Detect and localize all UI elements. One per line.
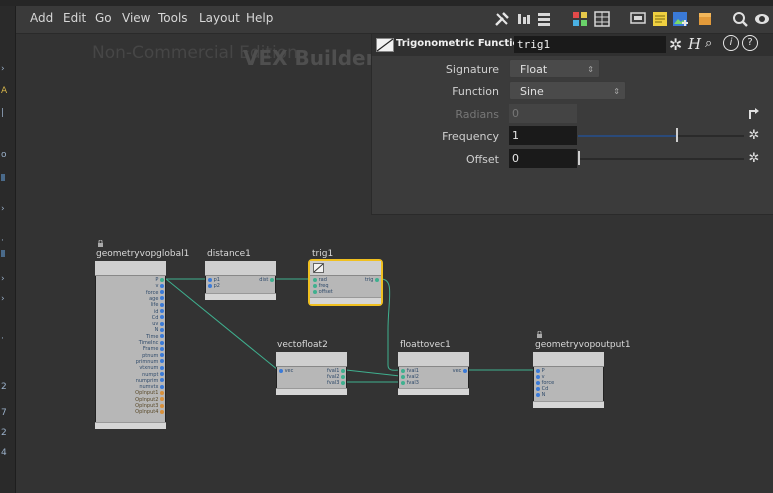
- offset-slider-track[interactable]: [578, 158, 744, 160]
- port-global-out[interactable]: age: [149, 296, 164, 302]
- node-vectofloat-label: vectofloat2: [277, 340, 328, 350]
- radians-label: Radians: [455, 108, 499, 121]
- param-header: Trigonometric Functions trig1 ✲ H ⌕ i ?: [372, 34, 773, 56]
- port-trig-in-offset[interactable]: offset: [313, 289, 333, 295]
- frequency-field[interactable]: 1: [509, 126, 577, 145]
- port-vectofloat-out-3[interactable]: fval3: [327, 380, 345, 386]
- port-global-out[interactable]: numprim: [136, 378, 164, 384]
- updown-arrow-icon: ⇕: [613, 87, 620, 96]
- port-global-out[interactable]: P: [155, 277, 164, 283]
- port-global-out[interactable]: v: [155, 283, 164, 289]
- node-name-field[interactable]: trig1: [514, 36, 666, 53]
- function-label: Function: [452, 85, 499, 98]
- signature-label: Signature: [445, 63, 499, 76]
- node-output-label: geometryvopoutput1: [535, 340, 631, 350]
- node-global-label: geometryvopglobal1: [96, 249, 190, 259]
- port-global-out[interactable]: OpInput3: [135, 403, 164, 409]
- offset-field[interactable]: 0: [509, 149, 577, 168]
- port-distance-out[interactable]: dist: [259, 277, 274, 283]
- port-global-out[interactable]: life: [151, 302, 164, 308]
- trig-node-icon: [313, 263, 324, 273]
- port-global-out[interactable]: numvtx: [139, 384, 164, 390]
- port-distance-in-2[interactable]: p2: [208, 283, 220, 289]
- signature-menu[interactable]: Float ⇕: [509, 59, 600, 78]
- parameter-panel: Trigonometric Functions trig1 ✲ H ⌕ i ? …: [371, 34, 773, 215]
- output-lock-icon: [537, 331, 542, 338]
- port-global-out[interactable]: OpInput2: [135, 397, 164, 403]
- node-vectofloat[interactable]: vec fval1 fval2 fval3: [276, 352, 347, 395]
- port-global-out[interactable]: force: [146, 290, 164, 296]
- port-global-out[interactable]: Frame: [143, 346, 164, 352]
- port-global-out[interactable]: Time: [146, 334, 164, 340]
- help-h-icon[interactable]: H: [688, 35, 701, 53]
- port-global-out[interactable]: Cd: [152, 315, 164, 321]
- port-global-out[interactable]: numpt: [142, 372, 164, 378]
- port-global-out[interactable]: OpInput4: [135, 409, 164, 415]
- frequency-slider-track[interactable]: [578, 135, 744, 137]
- offset-slider-handle[interactable]: [578, 151, 580, 165]
- function-menu[interactable]: Sine ⇕: [509, 81, 626, 100]
- search-param-icon[interactable]: ⌕: [705, 36, 712, 51]
- node-trig-label: trig1: [312, 249, 334, 259]
- node-floattovec-label: floattovec1: [400, 340, 451, 350]
- trig-function-icon: [376, 38, 394, 52]
- port-trig-out[interactable]: trig: [365, 277, 379, 283]
- frequency-gear-icon[interactable]: ✲: [747, 129, 761, 143]
- port-global-out[interactable]: primnum: [136, 359, 164, 365]
- offset-gear-icon[interactable]: ✲: [747, 152, 761, 166]
- gear-icon[interactable]: ✲: [669, 35, 682, 54]
- radians-field-disabled: 0: [509, 104, 577, 123]
- node-distance[interactable]: p1 p2 dist: [205, 261, 276, 300]
- node-distance-label: distance1: [207, 249, 251, 259]
- port-global-out[interactable]: TimeInc: [139, 340, 164, 346]
- node-trig-selected[interactable]: rad freq offset trig: [310, 261, 381, 304]
- node-floattovec[interactable]: fval1 fval2 fval3 vec: [398, 352, 469, 395]
- port-vectofloat-in-vec[interactable]: vec: [279, 368, 293, 374]
- offset-label: Offset: [465, 153, 499, 166]
- port-global-out[interactable]: id: [154, 309, 164, 315]
- info-icon[interactable]: i: [723, 35, 739, 51]
- wire-vectofloat-fval1: [345, 369, 401, 377]
- port-global-out[interactable]: ptnum: [142, 353, 164, 359]
- question-icon[interactable]: ?: [742, 35, 758, 51]
- port-global-out[interactable]: OpInput1: [135, 390, 164, 396]
- port-output-in-n[interactable]: N: [536, 392, 545, 398]
- port-floattovec-out-vec[interactable]: vec: [453, 368, 467, 374]
- node-type-label: Trigonometric Functions: [396, 38, 533, 49]
- node-geometryvopglobal[interactable]: P v force age life id Cd uv N Time TimeI…: [95, 261, 166, 429]
- port-global-out[interactable]: uv: [152, 321, 164, 327]
- port-floattovec-in-3[interactable]: fval3: [401, 380, 419, 386]
- frequency-slider-handle[interactable]: [676, 128, 678, 142]
- channel-link-icon[interactable]: [747, 106, 761, 120]
- updown-arrow-icon: ⇕: [587, 65, 594, 74]
- port-global-out[interactable]: N: [155, 327, 164, 333]
- lock-icon: [98, 240, 103, 247]
- frequency-label: Frequency: [442, 130, 499, 143]
- node-geometryvopoutput[interactable]: P v force Cd N: [533, 352, 604, 408]
- port-global-out[interactable]: vtxnum: [139, 365, 164, 371]
